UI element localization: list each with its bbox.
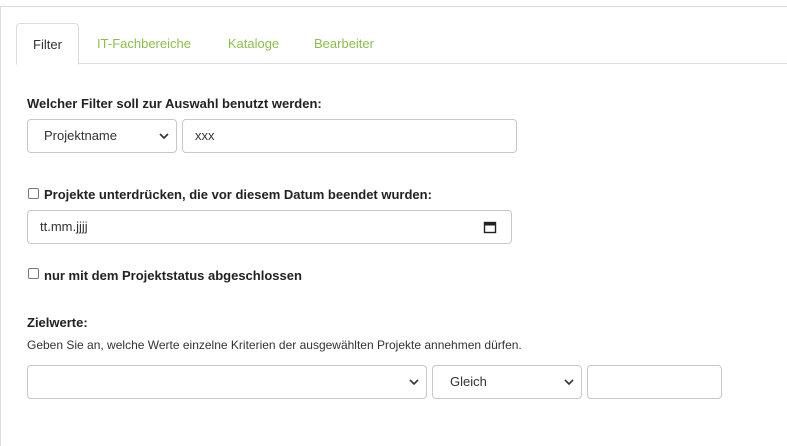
chevron-down-icon — [159, 133, 169, 140]
filter-type-value: Projektname — [44, 128, 117, 143]
operator-select[interactable]: Gleich — [432, 365, 582, 399]
target-value-input[interactable] — [587, 365, 722, 399]
status-label: nur mit dem Projektstatus abgeschlossen — [44, 268, 302, 283]
chevron-down-icon — [564, 379, 574, 386]
date-input[interactable]: tt.mm.jjjj — [27, 210, 512, 244]
status-checkbox[interactable] — [28, 268, 39, 279]
chevron-down-icon — [409, 379, 419, 386]
targets-description: Geben Sie an, welche Werte einzelne Krit… — [27, 338, 522, 352]
tab-filter[interactable]: Filter — [16, 23, 79, 65]
criterion-select[interactable] — [27, 365, 427, 399]
filter-label: Welcher Filter soll zur Auswahl benutzt … — [27, 96, 322, 111]
filter-type-select[interactable]: Projektname — [27, 119, 177, 153]
suppress-label: Projekte unterdrücken, die vor diesem Da… — [44, 187, 432, 202]
calendar-icon[interactable] — [483, 220, 497, 234]
tab-kataloge[interactable]: Kataloge — [216, 23, 291, 64]
suppress-checkbox[interactable] — [28, 188, 39, 199]
filter-text-input[interactable]: xxx — [182, 119, 517, 153]
operator-value: Gleich — [450, 374, 487, 389]
tab-bearbeiter[interactable]: Bearbeiter — [304, 23, 384, 64]
filter-text-value: xxx — [195, 128, 215, 143]
date-placeholder: tt.mm.jjjj — [40, 219, 88, 234]
targets-heading: Zielwerte: — [27, 315, 88, 330]
tab-bar: Filter IT-Fachbereiche Kataloge Bearbeit… — [16, 23, 787, 65]
tab-it-fachbereiche[interactable]: IT-Fachbereiche — [88, 23, 200, 64]
